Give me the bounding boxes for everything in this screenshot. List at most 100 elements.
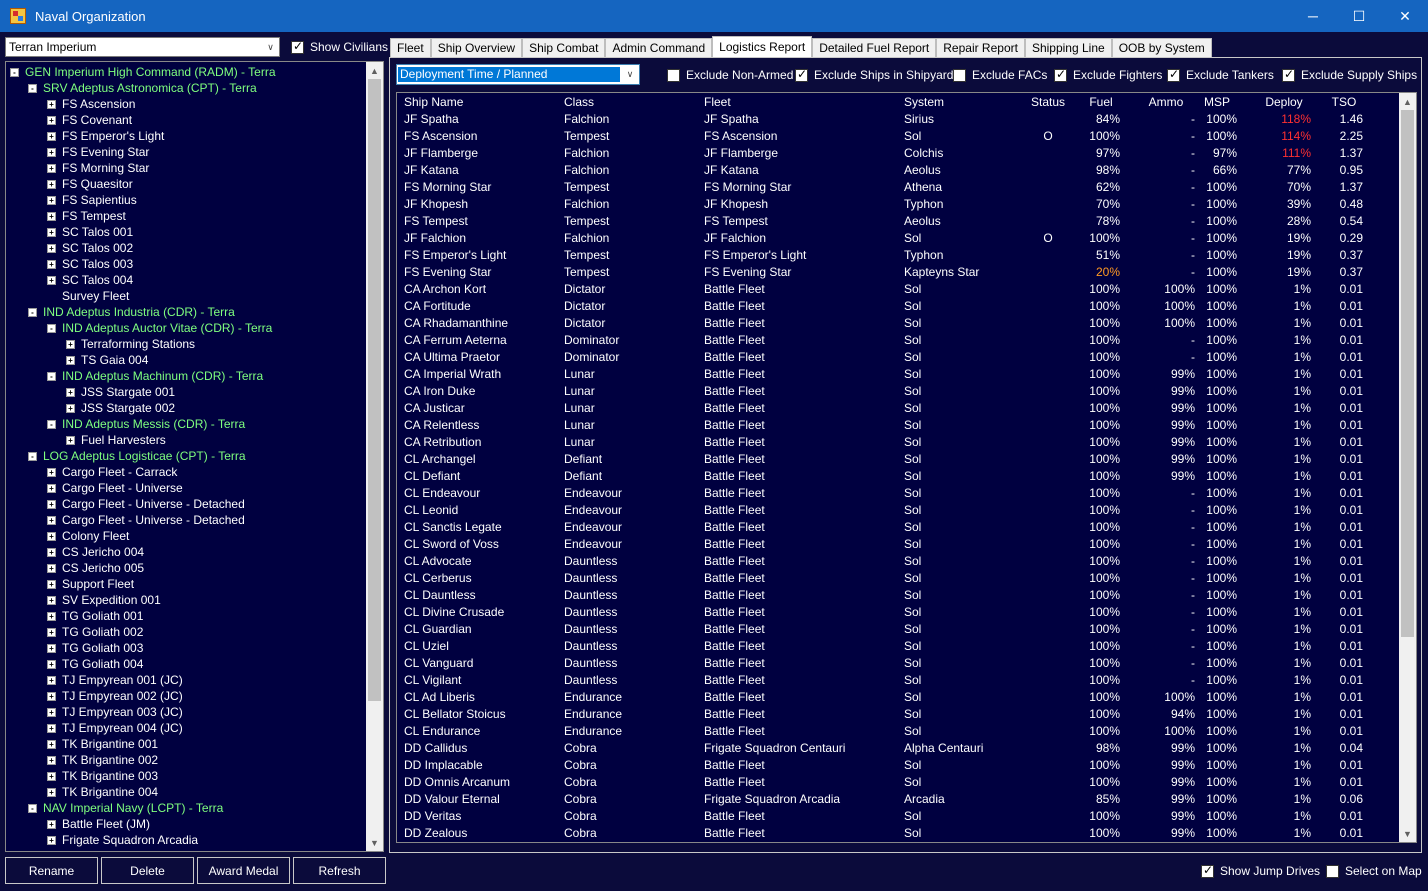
expand-icon[interactable]: +	[47, 275, 56, 285]
award-medal-button[interactable]: Award Medal	[197, 857, 290, 884]
expand-icon[interactable]: +	[47, 659, 56, 669]
tree-item[interactable]: + FS Tempest	[47, 208, 126, 224]
column-header-msp[interactable]: MSP	[1193, 93, 1241, 111]
tree-item[interactable]: + TG Goliath 002	[47, 624, 143, 640]
tab-repair-report[interactable]: Repair Report	[936, 38, 1025, 57]
tree-item[interactable]: + TS Gaia 004	[66, 352, 148, 368]
expand-icon[interactable]: +	[47, 99, 56, 109]
tree-item[interactable]: + SV Expedition 001	[47, 592, 161, 608]
refresh-button[interactable]: Refresh	[293, 857, 386, 884]
table-row[interactable]: CL Endurance Endurance Battle Fleet Sol 100%…	[397, 723, 1401, 740]
column-header-status[interactable]: Status	[1018, 93, 1078, 111]
tree-item[interactable]: + TG Goliath 004	[47, 656, 143, 672]
exclude-supply-ships-checkbox[interactable]: Exclude Supply Ships	[1282, 67, 1417, 82]
report-type-select[interactable]: Deployment Time / Planned ∨	[396, 64, 640, 85]
expand-icon[interactable]: +	[66, 387, 75, 397]
scroll-down-icon[interactable]: ▼	[366, 834, 383, 851]
tab-admin-command[interactable]: Admin Command	[605, 38, 713, 57]
tab-fleet[interactable]: Fleet	[390, 38, 431, 57]
column-header-ship-name[interactable]: Ship Name	[404, 93, 554, 111]
expand-icon[interactable]: +	[47, 531, 56, 541]
expand-icon[interactable]: +	[66, 403, 75, 413]
column-header-fleet[interactable]: Fleet	[704, 93, 894, 111]
tree-item[interactable]: + Cargo Fleet - Universe	[47, 480, 183, 496]
table-row[interactable]: CL Uziel Dauntless Battle Fleet Sol 100% -100…	[397, 638, 1401, 655]
tree-item[interactable]: + FS Ascension	[47, 96, 135, 112]
table-row[interactable]: JF Khopesh Falchion JF Khopesh Typhon 70% -10…	[397, 196, 1401, 213]
checkbox-icon[interactable]	[291, 39, 304, 54]
tab-ship-overview[interactable]: Ship Overview	[430, 38, 523, 57]
table-row[interactable]: DD Valour Eternal Cobra Frigate Squadron A…	[397, 791, 1401, 808]
tree-item[interactable]: + TK Brigantine 002	[47, 752, 158, 768]
table-row[interactable]: DD Zealous Cobra Battle Fleet Sol 100% 99% 100…	[397, 825, 1401, 842]
expand-icon[interactable]: +	[47, 643, 56, 653]
tree-item[interactable]: + Colony Fleet	[47, 528, 129, 544]
rename-button[interactable]: Rename	[5, 857, 98, 884]
column-header-tso[interactable]: TSO	[1321, 93, 1367, 111]
table-row[interactable]: CL Defiant Defiant Battle Fleet Sol 100% 99% 1…	[397, 468, 1401, 485]
table-row[interactable]: CL Advocate Dauntless Battle Fleet Sol 100% -…	[397, 553, 1401, 570]
tree-item[interactable]: + Frigate Squadron Arcadia	[47, 832, 198, 848]
table-row[interactable]: CL Vanguard Dauntless Battle Fleet Sol 100% -…	[397, 655, 1401, 672]
expand-icon[interactable]: +	[47, 579, 56, 589]
collapse-icon[interactable]: -	[28, 451, 37, 461]
expand-icon[interactable]: +	[47, 147, 56, 157]
expand-icon[interactable]: +	[66, 355, 75, 365]
collapse-icon[interactable]: -	[28, 83, 37, 93]
tab-oob-by-system[interactable]: OOB by System	[1111, 38, 1212, 57]
column-header-fuel[interactable]: Fuel	[1078, 93, 1124, 111]
expand-icon[interactable]: +	[47, 627, 56, 637]
table-row[interactable]: CA Rhadamanthine Dictator Battle Fleet Sol 1…	[397, 315, 1401, 332]
checkbox-icon[interactable]	[667, 68, 680, 82]
table-row[interactable]: CL Archangel Defiant Battle Fleet Sol 100% 99…	[397, 451, 1401, 468]
table-row[interactable]: CA Retribution Lunar Battle Fleet Sol 100% 99…	[397, 434, 1401, 451]
expand-icon[interactable]: +	[47, 611, 56, 621]
minimize-icon[interactable]: ─	[1290, 0, 1336, 32]
expand-icon[interactable]: +	[66, 435, 75, 445]
collapse-icon[interactable]: -	[47, 371, 56, 381]
expand-icon[interactable]: +	[47, 675, 56, 685]
table-row[interactable]: CA Ferrum Aeterna Dominator Battle Fleet So…	[397, 332, 1401, 349]
table-row[interactable]: DD Callidus Cobra Frigate Squadron Centaur…	[397, 740, 1401, 757]
tree-item[interactable]: - IND Adeptus Industria (CDR) - Terra	[28, 304, 235, 320]
table-row[interactable]: DD Veritas Cobra Battle Fleet Sol 100% 99% 100…	[397, 808, 1401, 825]
expand-icon[interactable]: +	[47, 563, 56, 573]
expand-icon[interactable]: +	[47, 835, 56, 845]
logistics-grid[interactable]: Ship Name Class Fleet System Status Fuel Ammo M…	[396, 92, 1417, 843]
checkbox-icon[interactable]	[795, 67, 808, 82]
tree-item[interactable]: + SC Talos 003	[47, 256, 133, 272]
tree-item[interactable]: + FS Sapientius	[47, 192, 137, 208]
table-row[interactable]: JF Spatha Falchion JF Spatha Sirius 84% -100%…	[397, 111, 1401, 128]
tree-item[interactable]: + CS Jericho 004	[47, 544, 144, 560]
table-row[interactable]: CL Bellator Stoicus Endurance Battle Fleet…	[397, 706, 1401, 723]
show-civilians-checkbox[interactable]: Show Civilians	[291, 39, 388, 54]
table-row[interactable]: FS Evening Star Tempest FS Evening Star Kap…	[397, 264, 1401, 281]
tab-shipping-line[interactable]: Shipping Line	[1024, 38, 1112, 57]
tree-item[interactable]: Survey Fleet	[47, 288, 129, 304]
table-row[interactable]: FS Morning Star Tempest FS Morning Star Ath…	[397, 179, 1401, 196]
expand-icon[interactable]: +	[47, 771, 56, 781]
tree-item[interactable]: + SC Talos 004	[47, 272, 133, 288]
tree-item[interactable]: + TK Brigantine 004	[47, 784, 158, 800]
expand-icon[interactable]: +	[47, 483, 56, 493]
table-row[interactable]: FS Tempest Tempest FS Tempest Aeolus 78% -100…	[397, 213, 1401, 230]
expand-icon[interactable]: +	[47, 163, 56, 173]
expand-icon[interactable]: +	[47, 179, 56, 189]
table-row[interactable]: FS Ascension Tempest FS Ascension Sol O 100% -…	[397, 128, 1401, 145]
tree-item[interactable]: + FS Evening Star	[47, 144, 149, 160]
tree-item[interactable]: + JSS Stargate 001	[66, 384, 175, 400]
tree-item[interactable]: + JSS Stargate 002	[66, 400, 175, 416]
tab-detailed-fuel-report[interactable]: Detailed Fuel Report	[812, 38, 937, 57]
race-select[interactable]: Terran Imperium ∨	[5, 37, 280, 57]
expand-icon[interactable]: +	[47, 723, 56, 733]
tree-item[interactable]: - IND Adeptus Messis (CDR) - Terra	[47, 416, 245, 432]
expand-icon[interactable]: +	[47, 755, 56, 765]
expand-icon[interactable]: +	[47, 515, 56, 525]
tree-item[interactable]: + FS Morning Star	[47, 160, 149, 176]
tree-item[interactable]: + TJ Empyrean 002 (JC)	[47, 688, 183, 704]
table-row[interactable]: CL Leonid Endeavour Battle Fleet Sol 100% -10…	[397, 502, 1401, 519]
table-row[interactable]: CL Sanctis Legate Endeavour Battle Fleet So…	[397, 519, 1401, 536]
scroll-thumb[interactable]	[368, 79, 381, 701]
table-row[interactable]: CL Guardian Dauntless Battle Fleet Sol 100% -…	[397, 621, 1401, 638]
expand-icon[interactable]: +	[47, 739, 56, 749]
